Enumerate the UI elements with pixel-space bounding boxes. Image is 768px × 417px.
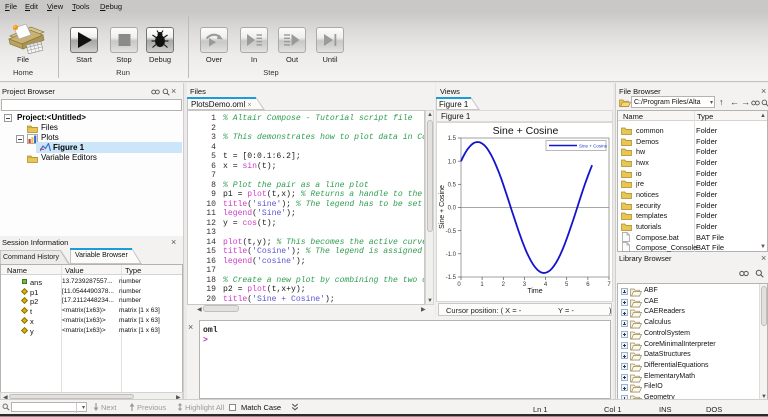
svg-text:1.5: 1.5 [448,136,457,142]
svg-text:7: 7 [607,282,611,288]
svg-text:-1.0: -1.0 [446,252,457,258]
svg-text:4: 4 [544,282,548,288]
svg-text:1.0: 1.0 [448,159,457,165]
svg-text:-0.5: -0.5 [446,229,457,235]
svg-text:5: 5 [565,282,569,288]
svg-text:0.0: 0.0 [448,206,457,212]
svg-text:0: 0 [457,282,461,288]
svg-text:Sine + Cosine: Sine + Cosine [439,185,446,229]
svg-text:2: 2 [502,282,506,288]
svg-text:6: 6 [586,282,590,288]
svg-text:1: 1 [480,282,484,288]
svg-text:3: 3 [523,282,527,288]
svg-text:Time: Time [527,288,542,295]
svg-text:-1.5: -1.5 [446,275,457,281]
svg-text:Sine + Cosine: Sine + Cosine [579,144,608,149]
svg-text:0.5: 0.5 [448,183,457,189]
